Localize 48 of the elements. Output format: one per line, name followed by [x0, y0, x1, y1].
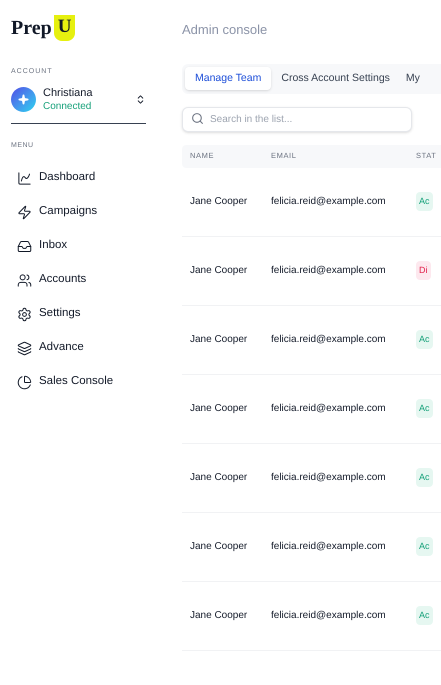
- logo-text: Prep: [11, 18, 52, 38]
- account-switcher[interactable]: Christiana Connected: [11, 86, 146, 124]
- tab[interactable]: Cross Account Settings: [275, 66, 396, 90]
- status-badge: Ac: [416, 606, 433, 626]
- logo-mark: U: [54, 15, 76, 41]
- table-cell-text: Jane Cooper: [189, 264, 248, 278]
- menu-item[interactable]: Inbox: [11, 229, 146, 263]
- tab[interactable]: My: [400, 66, 426, 90]
- search-field[interactable]: Search in the list...: [182, 106, 412, 132]
- status-badge: Ac: [416, 330, 433, 350]
- lightning-icon: [17, 204, 32, 220]
- settings-icon: [17, 306, 32, 322]
- search-icon: [191, 112, 204, 124]
- page-title: Admin console: [182, 21, 268, 39]
- table-cell-text: Jane Cooper: [189, 333, 248, 347]
- menu-item[interactable]: Advance: [11, 331, 146, 365]
- table-cell-text: felicia.reid@example.com: [271, 333, 387, 347]
- table-cell-text: felicia.reid@example.com: [271, 540, 387, 554]
- table-cell-text: Jane Cooper: [189, 402, 248, 416]
- menu-item[interactable]: Dashboard: [11, 161, 146, 195]
- table-cell-text: felicia.reid@example.com: [271, 195, 387, 209]
- table-cell-text: Jane Cooper: [189, 609, 248, 623]
- users-icon: [17, 272, 32, 288]
- account-status: Connected: [43, 100, 92, 112]
- tab[interactable]: Manage Team: [185, 66, 272, 90]
- status-badge: Ac: [416, 398, 433, 418]
- menu-item[interactable]: Sales Console: [11, 365, 146, 399]
- status-badge: Ac: [416, 192, 433, 212]
- menu-item[interactable]: Campaigns: [11, 195, 146, 229]
- table-cell-text: felicia.reid@example.com: [271, 264, 387, 278]
- table-cell-text: Jane Cooper: [189, 471, 248, 485]
- layers-icon: [17, 340, 32, 356]
- status-badge: Di: [416, 260, 430, 280]
- pie-chart-icon: [17, 374, 32, 390]
- inbox-icon: [17, 238, 32, 254]
- status-badge: Ac: [416, 468, 433, 488]
- chevrons-icon: [135, 94, 146, 104]
- table-cell-text: Jane Cooper: [189, 540, 248, 554]
- account-name: Christiana: [43, 86, 93, 100]
- table-cell-text: felicia.reid@example.com: [271, 471, 387, 485]
- table-cell-text: felicia.reid@example.com: [271, 402, 387, 416]
- table-cell-text: Jane Cooper: [189, 195, 248, 209]
- menu-item[interactable]: Settings: [11, 297, 146, 331]
- chart-icon: [17, 170, 32, 186]
- table-cell-text: felicia.reid@example.com: [271, 609, 387, 623]
- status-badge: Ac: [416, 536, 433, 556]
- avatar-icon: [11, 86, 36, 112]
- menu-item[interactable]: Accounts: [11, 263, 146, 297]
